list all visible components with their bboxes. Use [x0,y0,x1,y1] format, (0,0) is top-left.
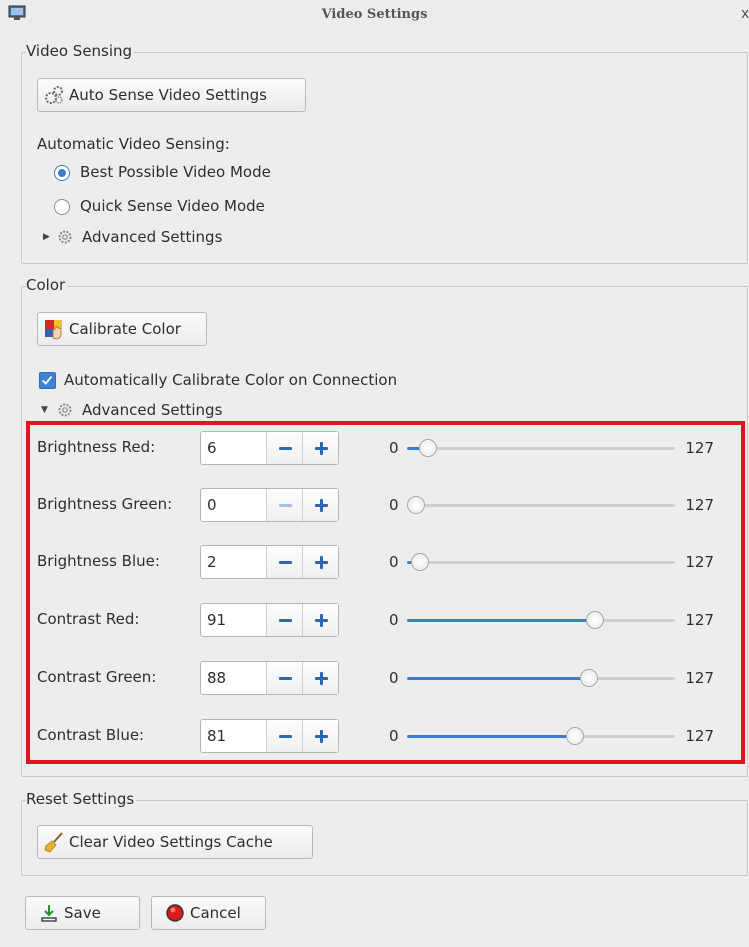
automatic-sensing-label: Automatic Video Sensing: [37,135,230,153]
radio-quick-mode[interactable] [54,199,70,215]
spinbox-value[interactable]: 91 [201,604,266,636]
slider-min-label: 0 [389,727,399,745]
slider-max-label: 127 [685,496,714,514]
clear-cache-button[interactable]: Clear Video Settings Cache [37,825,313,859]
auto-sense-button[interactable]: Auto Sense Video Settings [37,78,306,112]
save-download-icon [41,905,57,922]
decrement-button[interactable] [266,432,303,464]
value-slider[interactable]: 0 127 [389,668,729,688]
slider-max-label: 127 [685,611,714,629]
value-spinbox[interactable]: 2 [200,545,339,579]
slider-max-label: 127 [685,439,714,457]
adjust-label: Contrast Red: [37,610,140,628]
color-advanced-settings-toggle[interactable]: Advanced Settings [82,401,222,419]
slider-track[interactable] [407,439,675,457]
adjust-label: Brightness Red: [37,438,156,456]
slider-min-label: 0 [389,611,399,629]
save-button[interactable]: Save [25,896,140,930]
spinbox-value[interactable]: 2 [201,546,266,578]
increment-button[interactable] [302,546,339,578]
radio-best-mode[interactable] [54,165,70,181]
increment-button[interactable] [302,720,339,752]
decrement-button[interactable] [266,546,303,578]
slider-track[interactable] [407,496,675,514]
expander-collapsed-icon[interactable]: ▶ [43,232,50,242]
slider-min-label: 0 [389,439,399,457]
save-label: Save [64,904,101,922]
spinbox-value[interactable]: 6 [201,432,266,464]
value-spinbox[interactable]: 81 [200,719,339,753]
gear-icon [58,403,72,417]
increment-button[interactable] [302,489,339,521]
video-sensing-legend: Video Sensing [26,42,135,60]
slider-thumb[interactable] [407,496,425,514]
slider-track[interactable] [407,727,675,745]
adjust-label: Contrast Green: [37,668,157,686]
increment-button[interactable] [302,604,339,636]
value-slider[interactable]: 0 127 [389,552,729,572]
color-palette-hand-icon [45,320,62,340]
adjust-label: Brightness Green: [37,495,173,513]
auto-calibrate-label[interactable]: Automatically Calibrate Color on Connect… [64,371,397,389]
slider-min-label: 0 [389,553,399,571]
cancel-label: Cancel [190,904,241,922]
spinbox-value[interactable]: 88 [201,662,266,694]
value-slider[interactable]: 0 127 [389,495,729,515]
calibrate-color-label: Calibrate Color [69,320,181,338]
value-spinbox[interactable]: 0 [200,488,339,522]
slider-fill [407,677,584,680]
clear-cache-label: Clear Video Settings Cache [69,833,273,851]
slider-max-label: 127 [685,669,714,687]
close-icon[interactable]: x [741,6,749,22]
radio-best-label[interactable]: Best Possible Video Mode [80,163,271,181]
value-slider[interactable]: 0 127 [389,726,729,746]
window-title: Video Settings [321,7,428,22]
decrement-button[interactable] [266,720,303,752]
reset-settings-legend: Reset Settings [26,790,137,808]
decrement-button[interactable] [266,662,303,694]
slider-track[interactable] [407,669,675,687]
slider-thumb[interactable] [580,669,598,687]
title-bar: Video Settings x [0,0,749,30]
slider-thumb[interactable] [566,727,584,745]
value-slider[interactable]: 0 127 [389,438,729,458]
color-legend: Color [26,276,68,294]
increment-button[interactable] [302,662,339,694]
adjust-label: Contrast Blue: [37,726,145,744]
slider-track[interactable] [407,611,675,629]
increment-button[interactable] [302,432,339,464]
slider-min-label: 0 [389,496,399,514]
slider-thumb[interactable] [586,611,604,629]
slider-fill [407,735,570,738]
checkmark-icon [42,375,53,385]
spinbox-value[interactable]: 0 [201,489,266,521]
value-slider[interactable]: 0 127 [389,610,729,630]
value-spinbox[interactable]: 88 [200,661,339,695]
auto-sense-label: Auto Sense Video Settings [69,86,267,104]
adjust-label: Brightness Blue: [37,552,160,570]
auto-calibrate-checkbox[interactable] [39,372,56,389]
broom-icon [44,832,63,853]
radio-quick-label[interactable]: Quick Sense Video Mode [80,197,265,215]
slider-track[interactable] [407,553,675,571]
cancel-button[interactable]: Cancel [151,896,266,930]
value-spinbox[interactable]: 6 [200,431,339,465]
slider-thumb[interactable] [419,439,437,457]
slider-thumb[interactable] [411,553,429,571]
expander-expanded-icon[interactable]: ▼ [41,405,48,415]
slider-max-label: 127 [685,553,714,571]
slider-max-label: 127 [685,727,714,745]
red-stop-icon [166,904,184,922]
slider-min-label: 0 [389,669,399,687]
calibrate-color-button[interactable]: Calibrate Color [37,312,207,346]
highlight-box [26,421,745,764]
slider-fill [407,619,590,622]
value-spinbox[interactable]: 91 [200,603,339,637]
gear-icon [58,230,72,244]
decrement-button[interactable] [266,489,303,521]
spinbox-value[interactable]: 81 [201,720,266,752]
gears-icon [45,86,63,104]
decrement-button[interactable] [266,604,303,636]
advanced-settings-toggle[interactable]: Advanced Settings [82,228,222,246]
